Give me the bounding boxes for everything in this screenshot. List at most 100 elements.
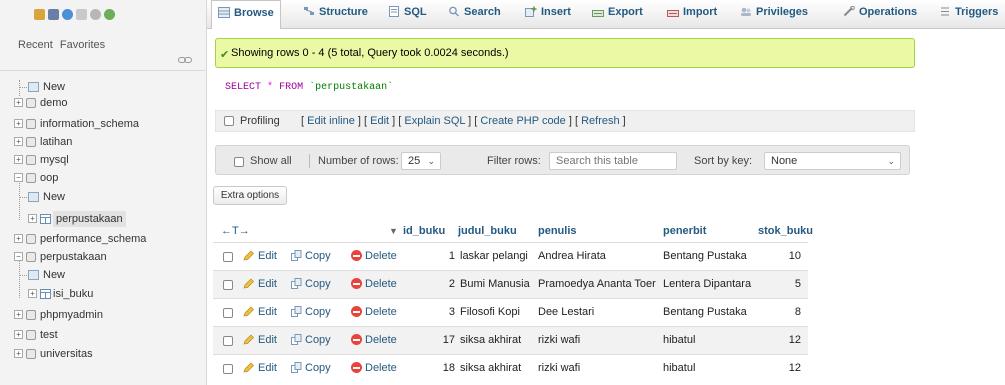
tab-triggers[interactable]: Triggers — [939, 0, 998, 29]
cell-judul-buku[interactable]: Filosofi Kopi — [460, 306, 520, 318]
tree-item-new[interactable]: New — [0, 79, 207, 95]
home-icon[interactable] — [34, 9, 45, 20]
edit-button[interactable]: Edit — [243, 306, 277, 318]
tree-item-demo[interactable]: + demo — [0, 95, 207, 111]
cell-stok-buku[interactable]: 12 — [763, 334, 801, 346]
cell-penulis[interactable]: Dee Lestari — [538, 306, 594, 318]
tab-import[interactable]: Import — [667, 0, 717, 29]
create-php-code-link[interactable]: Create PHP code — [480, 115, 565, 127]
expand-icon[interactable]: + — [28, 214, 37, 223]
cell-stok-buku[interactable]: 8 — [763, 306, 801, 318]
edit-inline-link[interactable]: Edit inline — [307, 115, 355, 127]
tree-item-isi-buku[interactable]: + isi_buku — [0, 286, 207, 302]
cell-penulis[interactable]: Andrea Hirata — [538, 250, 606, 262]
tree-item-information-schema[interactable]: + information_schema — [0, 116, 207, 132]
link-chain-icon[interactable] — [178, 56, 192, 64]
column-header-stok-buku[interactable]: stok_buku — [758, 220, 813, 242]
tab-operations[interactable]: Operations — [843, 0, 917, 29]
refresh-link[interactable]: Refresh — [581, 115, 620, 127]
cell-judul-buku[interactable]: Bumi Manusia — [460, 278, 530, 290]
column-header-penerbit[interactable]: penerbit — [663, 220, 706, 242]
row-checkbox[interactable] — [223, 336, 233, 346]
expand-icon[interactable]: + — [14, 310, 23, 319]
delete-button[interactable]: Delete — [351, 362, 397, 374]
sort-select[interactable]: None ⌄ — [764, 152, 901, 170]
tree-item-universitas[interactable]: + universitas — [0, 346, 207, 362]
cell-id-buku[interactable]: 2 — [413, 278, 455, 290]
tree-item-phpmyadmin[interactable]: + phpmyadmin — [0, 307, 207, 323]
tree-item-perpustakaan-new[interactable]: New — [0, 267, 207, 283]
expand-icon[interactable]: + — [28, 289, 37, 298]
copy-button[interactable]: Copy — [291, 362, 331, 374]
show-all-checkbox[interactable] — [234, 157, 244, 167]
tab-insert[interactable]: Insert — [525, 0, 571, 29]
tree-item-test[interactable]: + test — [0, 327, 207, 343]
row-checkbox[interactable] — [223, 308, 233, 318]
cell-penerbit[interactable]: hibatul — [663, 362, 695, 374]
tree-item-oop[interactable]: − oop — [0, 170, 207, 186]
delete-button[interactable]: Delete — [351, 250, 397, 262]
delete-button[interactable]: Delete — [351, 334, 397, 346]
expand-icon[interactable]: + — [14, 349, 23, 358]
tree-item-latihan[interactable]: + latihan — [0, 134, 207, 150]
edit-button[interactable]: Edit — [243, 334, 277, 346]
settings-icon[interactable] — [90, 9, 101, 20]
rows-select[interactable]: 25 ⌄ — [401, 152, 441, 170]
cell-id-buku[interactable]: 3 — [413, 306, 455, 318]
sql-query-text[interactable]: SELECT * FROM `perpustakaan` — [225, 82, 393, 93]
column-header-penulis[interactable]: penulis — [538, 220, 577, 242]
column-header-judul-buku[interactable]: judul_buku — [458, 220, 517, 242]
cell-penulis[interactable]: Pramoedya Ananta Toer — [538, 278, 656, 290]
cell-stok-buku[interactable]: 5 — [763, 278, 801, 290]
explain-sql-link[interactable]: Explain SQL — [404, 115, 465, 127]
collapse-icon[interactable]: − — [14, 252, 23, 261]
copy-button[interactable]: Copy — [291, 306, 331, 318]
cell-id-buku[interactable]: 1 — [413, 250, 455, 262]
help-icon[interactable] — [62, 9, 73, 20]
expand-icon[interactable]: + — [14, 119, 23, 128]
cell-stok-buku[interactable]: 10 — [763, 250, 801, 262]
profiling-checkbox[interactable] — [224, 116, 234, 126]
tab-sql[interactable]: SQL — [388, 0, 427, 29]
edit-button[interactable]: Edit — [243, 250, 277, 262]
tree-item-mysql[interactable]: + mysql — [0, 152, 207, 168]
expand-icon[interactable]: + — [14, 234, 23, 243]
collapse-icon[interactable]: − — [14, 173, 23, 182]
copy-button[interactable]: Copy — [291, 334, 331, 346]
copy-button[interactable]: Copy — [291, 250, 331, 262]
tree-item-perpustakaan[interactable]: − perpustakaan — [0, 249, 207, 265]
tree-item-perpustakaan-table[interactable]: + perpustakaan — [0, 211, 207, 227]
logout-icon[interactable] — [48, 9, 59, 20]
tab-structure[interactable]: Structure — [303, 0, 368, 29]
tab-search[interactable]: Search — [448, 0, 501, 29]
expand-icon[interactable]: + — [14, 155, 23, 164]
column-header-id-buku[interactable]: id_buku — [403, 220, 445, 242]
cell-judul-buku[interactable]: siksa akhirat — [460, 362, 521, 374]
expand-icon[interactable]: + — [14, 137, 23, 146]
cell-penulis[interactable]: rizki wafi — [538, 334, 580, 346]
cell-penulis[interactable]: rizki wafi — [538, 362, 580, 374]
delete-button[interactable]: Delete — [351, 278, 397, 290]
tab-export[interactable]: Export — [592, 0, 643, 29]
cell-penerbit[interactable]: Bentang Pustaka — [663, 250, 747, 262]
tab-privileges[interactable]: Privileges — [740, 0, 808, 29]
expand-icon[interactable]: + — [14, 98, 23, 107]
recent-tab[interactable]: Recent — [18, 39, 53, 51]
row-checkbox[interactable] — [223, 280, 233, 290]
tree-item-oop-new[interactable]: New — [0, 189, 207, 205]
row-checkbox[interactable] — [223, 252, 233, 262]
cell-id-buku[interactable]: 17 — [413, 334, 455, 346]
row-checkbox[interactable] — [223, 364, 233, 374]
expand-icon[interactable]: + — [14, 330, 23, 339]
favorites-tab[interactable]: Favorites — [60, 39, 105, 51]
copy-button[interactable]: Copy — [291, 278, 331, 290]
cell-penerbit[interactable]: Bentang Pustaka — [663, 306, 747, 318]
cell-penerbit[interactable]: Lentera Dipantara — [663, 278, 751, 290]
edit-link[interactable]: Edit — [370, 115, 389, 127]
filter-rows-input[interactable] — [549, 152, 677, 170]
tab-browse[interactable]: Browse — [211, 0, 281, 29]
cell-id-buku[interactable]: 18 — [413, 362, 455, 374]
tree-item-performance-schema[interactable]: + performance_schema — [0, 231, 207, 247]
edit-button[interactable]: Edit — [243, 278, 277, 290]
column-arrows-icon[interactable]: ←T→ — [221, 220, 250, 242]
